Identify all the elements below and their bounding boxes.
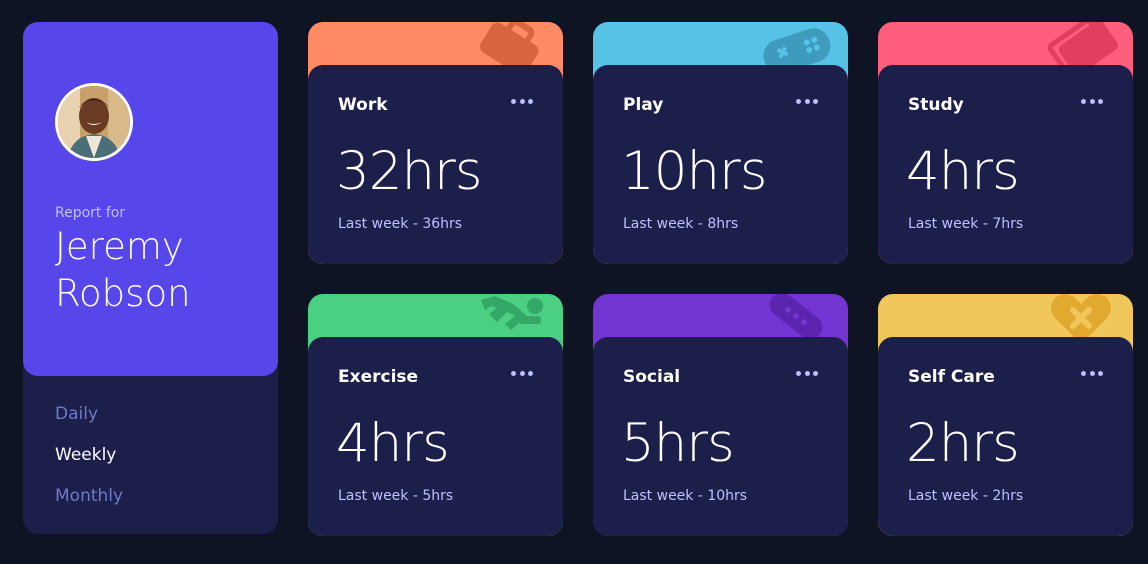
ellipsis-icon[interactable] <box>796 91 818 111</box>
card-body: Social 5hrs Last week - 10hrs <box>593 337 848 536</box>
card-title: Self Care <box>908 367 995 387</box>
current-hours: 32hrs <box>336 141 482 202</box>
current-hours: 2hrs <box>906 413 1020 474</box>
card-title: Play <box>623 95 664 115</box>
user-name: Jeremy Robson <box>55 225 191 315</box>
card-body: Work 32hrs Last week - 36hrs <box>308 65 563 264</box>
ellipsis-icon[interactable] <box>1081 91 1103 111</box>
previous-hours: Last week - 10hrs <box>623 488 748 504</box>
ellipsis-icon[interactable] <box>796 363 818 383</box>
card-self-care: Self Care 2hrs Last week - 2hrs <box>878 294 1133 536</box>
previous-hours: Last week - 36hrs <box>338 216 463 232</box>
previous-hours: Last week - 5hrs <box>338 488 454 504</box>
current-hours: 10hrs <box>621 141 767 202</box>
card-work: Work 32hrs Last week - 36hrs <box>308 22 563 264</box>
card-body: Self Care 2hrs Last week - 2hrs <box>878 337 1133 536</box>
ellipsis-icon[interactable] <box>511 91 533 111</box>
profile-header: Report for Jeremy Robson <box>23 22 278 376</box>
current-hours: 4hrs <box>336 413 450 474</box>
card-social: Social 5hrs Last week - 10hrs <box>593 294 848 536</box>
current-hours: 5hrs <box>621 413 735 474</box>
card-body: Exercise 4hrs Last week - 5hrs <box>308 337 563 536</box>
avatar <box>55 83 133 161</box>
ellipsis-icon[interactable] <box>511 363 533 383</box>
period-daily[interactable]: Daily <box>55 404 98 424</box>
card-title: Study <box>908 95 964 115</box>
period-weekly[interactable]: Weekly <box>55 445 116 465</box>
card-exercise: Exercise 4hrs Last week - 5hrs <box>308 294 563 536</box>
previous-hours: Last week - 2hrs <box>908 488 1024 504</box>
card-title: Exercise <box>338 367 419 387</box>
previous-hours: Last week - 7hrs <box>908 216 1024 232</box>
report-for-label: Report for <box>55 205 126 221</box>
previous-hours: Last week - 8hrs <box>623 216 739 232</box>
card-title: Work <box>338 95 388 115</box>
card-play: Play 10hrs Last week - 8hrs <box>593 22 848 264</box>
period-monthly[interactable]: Monthly <box>55 486 123 506</box>
card-study: Study 4hrs Last week - 7hrs <box>878 22 1133 264</box>
current-hours: 4hrs <box>906 141 1020 202</box>
card-body: Play 10hrs Last week - 8hrs <box>593 65 848 264</box>
ellipsis-icon[interactable] <box>1081 363 1103 383</box>
card-body: Study 4hrs Last week - 7hrs <box>878 65 1133 264</box>
card-title: Social <box>623 367 681 387</box>
profile-card: Report for Jeremy Robson Daily Weekly Mo… <box>23 22 278 534</box>
